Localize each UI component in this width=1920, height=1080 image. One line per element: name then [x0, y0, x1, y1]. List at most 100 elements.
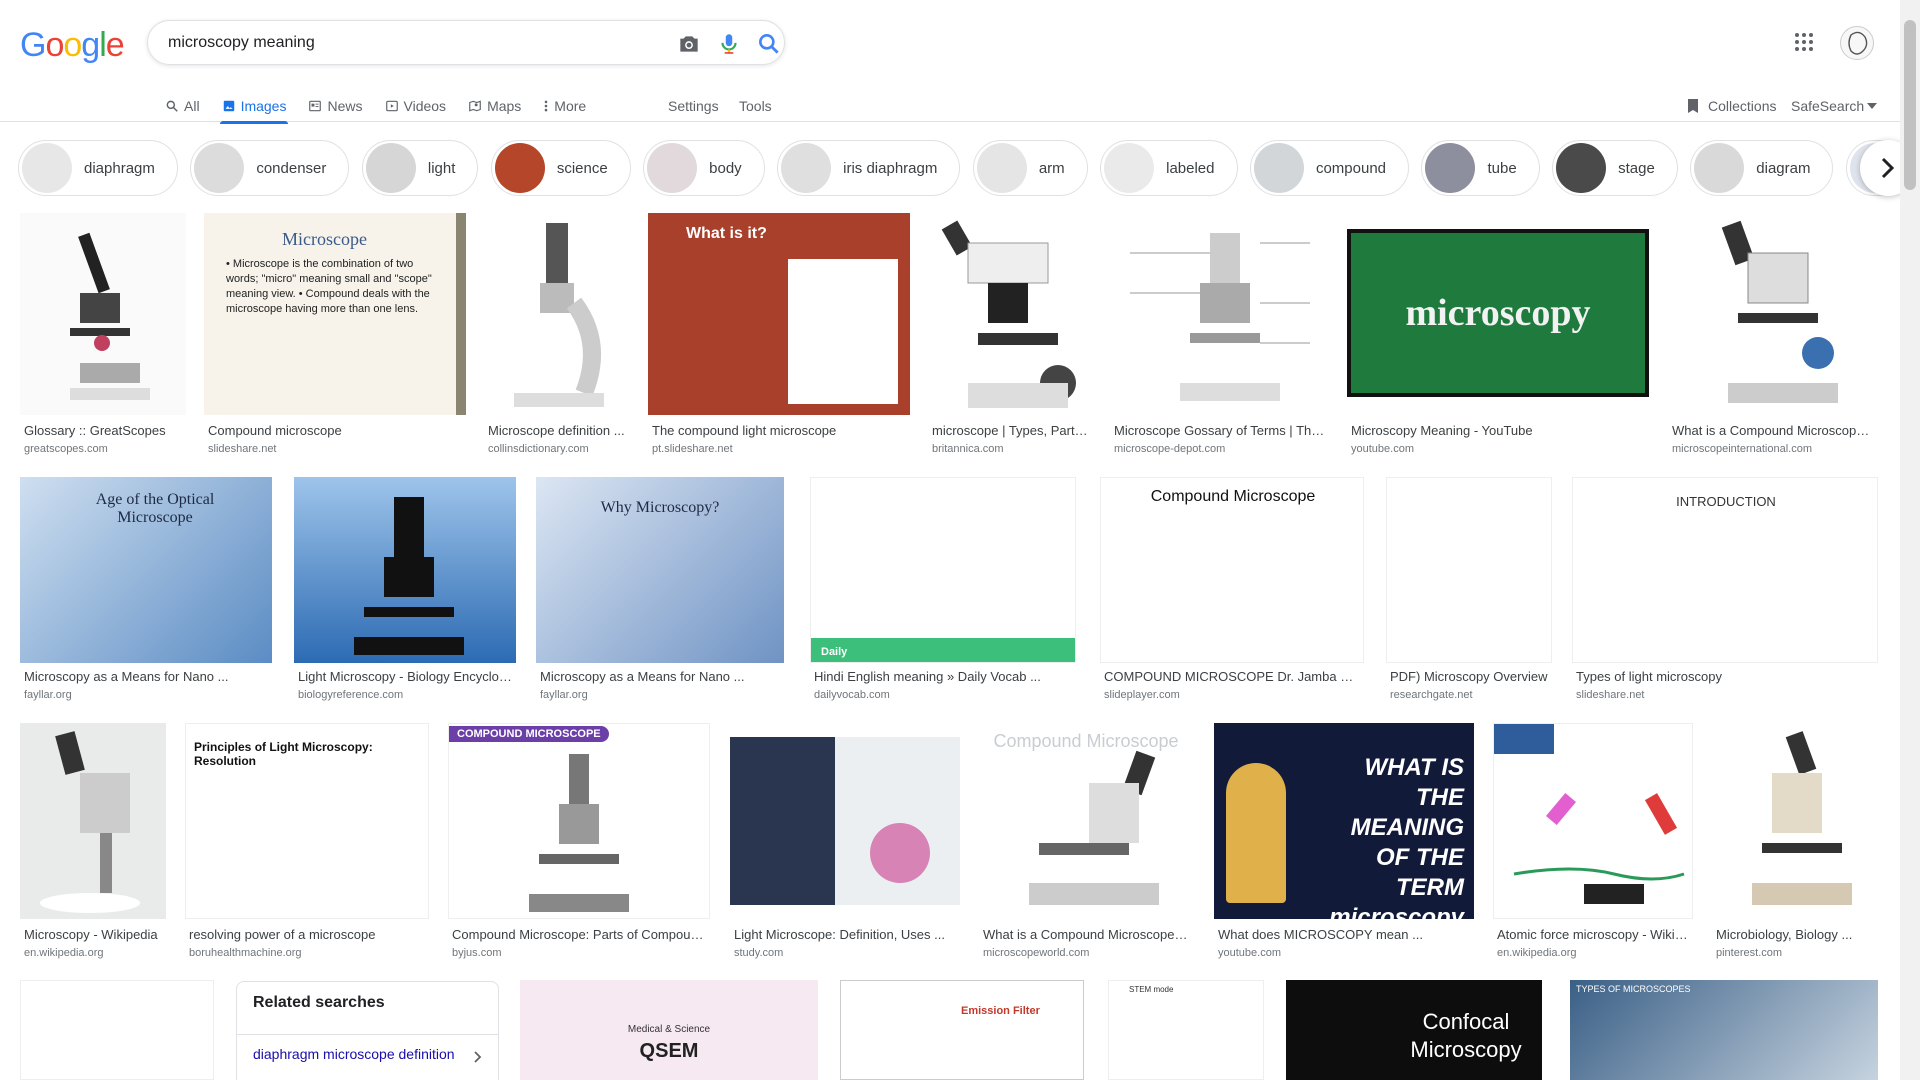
chip-body[interactable]: body	[643, 140, 765, 196]
result-tile[interactable]: microscope | Types, Parts... britannica.…	[928, 213, 1090, 455]
result-caption[interactable]: Microscope definition ...	[488, 423, 628, 438]
result-image[interactable]	[20, 723, 166, 919]
avatar[interactable]	[1840, 26, 1874, 60]
result-caption[interactable]: Glossary :: GreatScopes	[24, 423, 184, 438]
result-tile[interactable]: Daily Hindi English meaning » Daily Voca…	[810, 477, 1076, 707]
result-caption[interactable]: Light Microscope: Definition, Uses ...	[734, 927, 958, 942]
chip-stage[interactable]: stage	[1552, 140, 1678, 196]
result-image[interactable]: Principles of Light Microscopy: Resoluti…	[185, 723, 429, 919]
chip-arm[interactable]: arm	[972, 140, 1088, 196]
chip-diaphragm[interactable]: diaphragm	[18, 140, 178, 196]
result-caption[interactable]: Atomic force microscopy - Wikip...	[1497, 927, 1691, 942]
result-caption[interactable]: Microbiology, Biology ...	[1716, 927, 1876, 942]
microphone-icon[interactable]	[716, 31, 742, 57]
chip-labeled[interactable]: labeled	[1100, 140, 1238, 196]
result-caption[interactable]: Microscopy Meaning - YouTube	[1351, 423, 1647, 438]
result-tile[interactable]: STEM mode	[1108, 980, 1264, 1080]
result-image[interactable]: What is it?	[648, 213, 910, 415]
result-image[interactable]: WHAT IS THE MEANING OF THE TERM microsco…	[1214, 723, 1474, 919]
result-image[interactable]: microscopy	[1347, 213, 1649, 415]
result-tile[interactable]: INTRODUCTION Types of light microscopy s…	[1572, 477, 1878, 707]
result-tile[interactable]: Compound Microscope What is a Compound M…	[979, 723, 1193, 963]
result-tile[interactable]: WHAT IS THE MEANING OF THE TERM microsco…	[1214, 723, 1474, 963]
related-search-item[interactable]: diaphragm microscope definition	[237, 1034, 498, 1073]
result-tile[interactable]: Compound Microscope COMPOUND MICROSCOPE …	[1100, 477, 1364, 707]
result-tile[interactable]: Microscope Gossary of Terms | The... mic…	[1110, 213, 1328, 455]
result-image[interactable]	[1668, 213, 1878, 415]
search-icon[interactable]	[756, 31, 782, 57]
result-image[interactable]	[294, 477, 516, 663]
result-tile[interactable]: Glossary :: GreatScopes greatscopes.com	[20, 213, 186, 455]
tab-maps[interactable]: Maps	[468, 90, 521, 122]
result-image[interactable]	[1712, 723, 1878, 919]
result-image[interactable]: Emission Filter	[840, 980, 1084, 1080]
result-caption[interactable]: Microscopy - Wikipedia	[24, 927, 164, 942]
result-tile[interactable]: Light Microscopy - Biology Encyclop... b…	[294, 477, 516, 707]
result-tile[interactable]: Microscopy - Wikipedia en.wikipedia.org	[20, 723, 166, 963]
result-tile[interactable]: Emission Filter	[840, 980, 1084, 1080]
chip-diagram[interactable]: diagram	[1690, 140, 1834, 196]
tools-link[interactable]: Tools	[739, 91, 772, 121]
result-tile[interactable]: Atomic force microscopy - Wikip... en.wi…	[1493, 723, 1693, 963]
result-image[interactable]	[20, 980, 214, 1080]
result-image[interactable]: Microscope • Microscope is the combinati…	[204, 213, 466, 415]
result-caption[interactable]: COMPOUND MICROSCOPE Dr. Jamba Gy...	[1104, 669, 1362, 684]
result-image[interactable]	[1110, 213, 1328, 415]
tab-all[interactable]: All	[165, 90, 200, 122]
result-image[interactable]: Compound Microscope	[1100, 477, 1364, 663]
chip-light[interactable]: light	[361, 140, 479, 196]
result-image[interactable]: Confocal Microscopy	[1286, 980, 1542, 1080]
result-tile[interactable]: Age of the Optical Microscope Microscopy…	[20, 477, 272, 707]
google-logo[interactable]: Google	[20, 26, 125, 65]
result-caption[interactable]: What is a Compound Microscope?...	[1672, 423, 1876, 438]
result-tile[interactable]: Microscope definition ... collinsdiction…	[484, 213, 630, 455]
collections-link[interactable]: Collections	[1686, 91, 1776, 121]
result-image[interactable]: Daily	[810, 477, 1076, 663]
result-image[interactable]	[484, 213, 630, 415]
chip-condenser[interactable]: condenser	[190, 140, 350, 196]
result-caption[interactable]: Microscope Gossary of Terms | The...	[1114, 423, 1326, 438]
result-tile[interactable]: Microscope • Microscope is the combinati…	[204, 213, 466, 455]
result-image[interactable]: Medical & Science QSEM	[520, 980, 818, 1080]
result-tile[interactable]	[20, 980, 214, 1080]
result-image[interactable]: Compound Microscope	[979, 723, 1193, 919]
chip-science[interactable]: science	[490, 140, 631, 196]
result-image[interactable]: STEM mode	[1108, 980, 1264, 1080]
result-caption[interactable]: Compound Microscope: Parts of Compound..…	[452, 927, 708, 942]
settings-link[interactable]: Settings	[668, 91, 719, 121]
result-image[interactable]	[730, 723, 960, 919]
result-caption[interactable]: PDF) Microscopy Overview	[1390, 669, 1550, 684]
result-tile[interactable]: Microbiology, Biology ... pinterest.com	[1712, 723, 1878, 963]
result-tile[interactable]: microscopy Microscopy Meaning - YouTube …	[1347, 213, 1649, 455]
result-caption[interactable]: Microscopy as a Means for Nano ...	[24, 669, 270, 684]
result-tile[interactable]: TYPES OF MICROSCOPES	[1570, 980, 1878, 1080]
page-scrollbar[interactable]	[1900, 0, 1920, 1080]
result-tile[interactable]: Principles of Light Microscopy: Resoluti…	[185, 723, 429, 963]
result-image[interactable]	[20, 213, 186, 415]
result-tile[interactable]: PDF) Microscopy Overview researchgate.ne…	[1386, 477, 1552, 707]
result-caption[interactable]: microscope | Types, Parts...	[932, 423, 1088, 438]
result-tile[interactable]: Confocal Microscopy	[1286, 980, 1542, 1080]
search-input[interactable]: microscopy meaning	[168, 34, 315, 52]
tab-news[interactable]: News	[308, 90, 363, 122]
result-caption[interactable]: Hindi English meaning » Daily Vocab ...	[814, 669, 1074, 684]
result-tile[interactable]: COMPOUND MICROSCOPE Compound Microscope:…	[448, 723, 710, 963]
result-caption[interactable]: Compound microscope	[208, 423, 464, 438]
scrollbar-thumb[interactable]	[1904, 20, 1916, 190]
result-caption[interactable]: Light Microscopy - Biology Encyclop...	[298, 669, 514, 684]
result-caption[interactable]: Types of light microscopy	[1576, 669, 1876, 684]
result-tile[interactable]: Why Microscopy? Microscopy as a Means fo…	[536, 477, 784, 707]
tab-more[interactable]: More	[543, 90, 586, 122]
result-caption[interactable]: resolving power of a microscope	[189, 927, 427, 942]
result-caption[interactable]: The compound light microscope	[652, 423, 908, 438]
apps-grid-icon[interactable]	[1794, 32, 1814, 52]
search-box[interactable]: microscopy meaning	[147, 20, 785, 65]
result-tile[interactable]: What is it? The compound light microscop…	[648, 213, 910, 455]
result-image[interactable]: Age of the Optical Microscope	[20, 477, 272, 663]
result-caption[interactable]: Microscopy as a Means for Nano ...	[540, 669, 782, 684]
result-image[interactable]: TYPES OF MICROSCOPES	[1570, 980, 1878, 1080]
chip-compound[interactable]: compound	[1249, 140, 1410, 196]
result-tile[interactable]: Medical & Science QSEM	[520, 980, 818, 1080]
result-image[interactable]: INTRODUCTION	[1572, 477, 1878, 663]
result-tile[interactable]: Light Microscope: Definition, Uses ... s…	[730, 723, 960, 963]
